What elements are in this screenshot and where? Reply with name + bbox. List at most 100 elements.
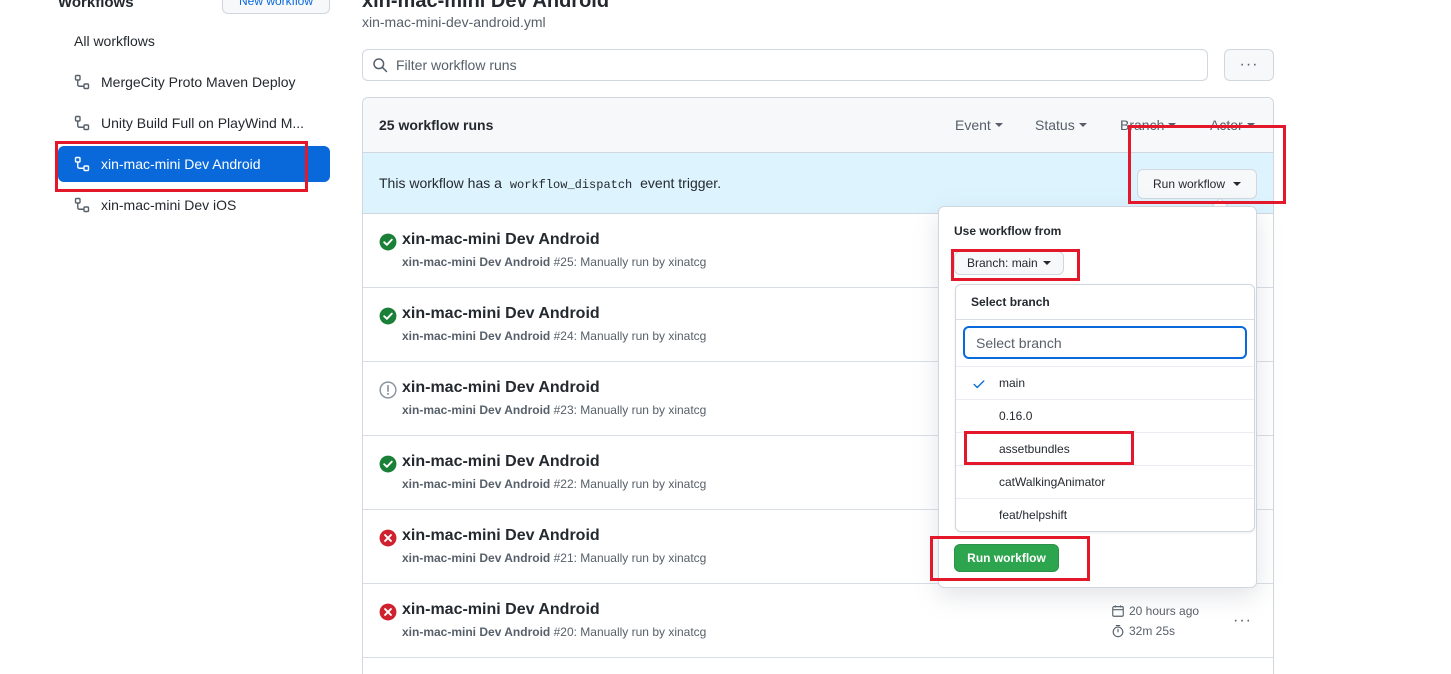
sidebar-item-label: xin-mac-mini Dev Android	[101, 156, 261, 172]
run-subtitle: xin-mac-mini Dev Android #22: Manually r…	[402, 477, 706, 491]
sidebar-item-dev-android[interactable]: xin-mac-mini Dev Android	[58, 146, 330, 182]
run-workflow-label: Run workflow	[1152, 177, 1226, 191]
run-title[interactable]: xin-mac-mini Dev Android	[402, 453, 600, 471]
sidebar-item-mergecity[interactable]: MergeCity Proto Maven Deploy	[58, 64, 330, 100]
branch-select-button[interactable]: Branch: main	[954, 251, 1064, 275]
run-detail: #22: Manually run by xinatcg	[553, 477, 707, 491]
run-workflow-name: xin-mac-mini Dev Android	[402, 403, 551, 417]
workflow-icon	[73, 155, 91, 173]
filter-workflow-runs	[362, 49, 1208, 81]
branch-button-label: Branch: main	[967, 256, 1038, 270]
run-subtitle: xin-mac-mini Dev Android #25: Manually r…	[402, 255, 706, 269]
stopwatch-icon	[1112, 625, 1124, 638]
workflow-filename-link[interactable]: xin-mac-mini-dev-android.yml	[362, 14, 546, 30]
success-check-icon	[379, 455, 397, 473]
workflow-icon	[73, 73, 91, 91]
check-icon	[973, 380, 985, 389]
run-subtitle: xin-mac-mini Dev Android #24: Manually r…	[402, 329, 706, 343]
sidebar-item-label: MergeCity Proto Maven Deploy	[101, 74, 296, 90]
run-subtitle: xin-mac-mini Dev Android #21: Manually r…	[402, 551, 706, 565]
branch-filter-field	[963, 326, 1247, 359]
run-title[interactable]: xin-mac-mini Dev Android	[402, 231, 600, 249]
run-workflow-submit-button[interactable]: Run workflow	[954, 544, 1059, 572]
run-title[interactable]: xin-mac-mini Dev Android	[402, 601, 600, 619]
run-workflow-popup: Use workflow from Branch: main Select br…	[938, 206, 1257, 588]
actor-filter[interactable]: Actor	[1210, 117, 1255, 133]
caret-down-icon	[1042, 261, 1051, 265]
success-check-icon	[379, 307, 397, 325]
more-options-button[interactable]: ···	[1224, 49, 1274, 81]
failure-x-icon	[379, 603, 397, 621]
run-workflow-name: xin-mac-mini Dev Android	[402, 255, 551, 269]
select-branch-menu: Select branch main 0.16.0 assetbundles c…	[955, 284, 1255, 532]
run-time-ago-text: 20 hours ago	[1129, 604, 1200, 618]
event-filter[interactable]: Event	[955, 117, 1003, 133]
run-duration: 32m 25s	[1111, 624, 1175, 638]
sidebar-item-dev-ios[interactable]: xin-mac-mini Dev iOS	[58, 187, 330, 223]
page-title: xin-mac-mini Dev Android	[362, 0, 610, 12]
branch-option-label: 0.16.0	[999, 409, 1033, 423]
branch-option-label: feat/helpshift	[999, 508, 1068, 522]
caret-down-icon	[1233, 182, 1242, 186]
caret-down-icon	[994, 123, 1003, 127]
branch-option-feat-helpshift[interactable]: feat/helpshift	[956, 498, 1254, 531]
status-filter-label: Status	[1035, 117, 1075, 133]
branch-option-label: catWalkingAnimator	[999, 475, 1106, 489]
status-filter[interactable]: Status	[1035, 117, 1087, 133]
branch-option-label: assetbundles	[999, 442, 1070, 456]
sidebar-item-label: All workflows	[74, 33, 155, 49]
use-workflow-from-label: Use workflow from	[954, 224, 1062, 238]
workflow-icon	[73, 196, 91, 214]
run-workflow-name: xin-mac-mini Dev Android	[402, 551, 551, 565]
branch-option-catwalkinganimator[interactable]: catWalkingAnimator	[956, 465, 1254, 498]
select-branch-title: Select branch	[956, 285, 1254, 320]
caret-down-icon	[1078, 123, 1087, 127]
run-workflow-name: xin-mac-mini Dev Android	[402, 477, 551, 491]
run-title[interactable]: xin-mac-mini Dev Android	[402, 527, 600, 545]
sidebar-item-unity-build[interactable]: Unity Build Full on PlayWind M...	[58, 105, 330, 141]
success-check-icon	[379, 233, 397, 251]
run-workflow-name: xin-mac-mini Dev Android	[402, 329, 551, 343]
run-workflow-name: xin-mac-mini Dev Android	[402, 625, 551, 639]
run-title[interactable]: xin-mac-mini Dev Android	[402, 305, 600, 323]
failure-x-icon	[379, 529, 397, 547]
run-title[interactable]: xin-mac-mini Dev Android	[402, 379, 600, 397]
dispatch-code: workflow_dispatch	[509, 178, 633, 192]
actor-filter-label: Actor	[1210, 117, 1243, 133]
event-filter-label: Event	[955, 117, 991, 133]
branch-option-label: main	[999, 376, 1026, 390]
sidebar-item-label: Unity Build Full on PlayWind M...	[101, 115, 305, 131]
run-kebab-menu[interactable]: ···	[1233, 612, 1252, 630]
branch-filter-label: Branch	[1120, 117, 1165, 133]
branch-filter[interactable]: Branch	[1120, 117, 1177, 133]
dispatch-suffix: event trigger.	[640, 175, 722, 191]
filter-runs-input[interactable]	[396, 57, 1156, 73]
sidebar-item-all-workflows[interactable]: All workflows	[58, 23, 330, 59]
dispatch-text: This workflow has a workflow_dispatch ev…	[379, 175, 721, 192]
runs-header: 25 workflow runs Event Status Branch Act…	[363, 98, 1273, 153]
run-detail: #20: Manually run by xinatcg	[553, 625, 707, 639]
branch-option-main[interactable]: main	[956, 366, 1254, 399]
dispatch-prefix: This workflow has a	[379, 175, 502, 191]
run-detail: #23: Manually run by xinatcg	[553, 403, 707, 417]
run-detail: #24: Manually run by xinatcg	[553, 329, 707, 343]
dispatch-banner: This workflow has a workflow_dispatch ev…	[363, 153, 1273, 214]
run-duration-text: 32m 25s	[1129, 624, 1176, 638]
branch-filter-input[interactable]	[976, 334, 1236, 351]
runs-count: 25 workflow runs	[379, 117, 494, 133]
sidebar-heading: Workflows	[58, 0, 134, 11]
search-icon	[373, 58, 388, 73]
run-detail: #25: Manually run by xinatcg	[553, 255, 707, 269]
run-workflow-dropdown-button[interactable]: Run workflow	[1137, 169, 1257, 199]
cancelled-stop-icon	[379, 381, 397, 399]
calendar-icon	[1112, 605, 1124, 617]
branch-option-assetbundles[interactable]: assetbundles	[956, 432, 1254, 465]
run-detail: #21: Manually run by xinatcg	[553, 551, 707, 565]
run-subtitle: xin-mac-mini Dev Android #23: Manually r…	[402, 403, 706, 417]
table-row[interactable]: xin-mac-mini Dev Android xin-mac-mini De…	[363, 584, 1273, 658]
run-time-ago: 20 hours ago	[1111, 604, 1199, 618]
branch-option-0-16-0[interactable]: 0.16.0	[956, 399, 1254, 432]
new-workflow-button[interactable]: New workflow	[222, 0, 330, 14]
caret-down-icon	[1168, 123, 1177, 127]
sidebar-item-label: xin-mac-mini Dev iOS	[101, 197, 237, 213]
